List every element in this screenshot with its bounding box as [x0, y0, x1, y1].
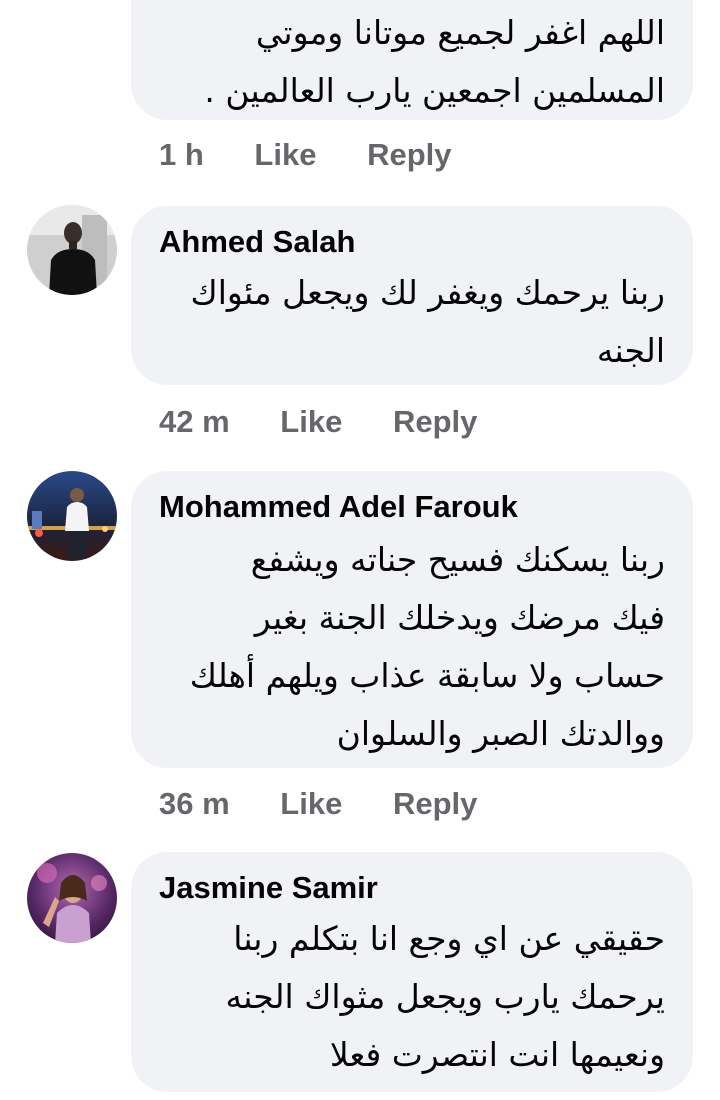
comment-actions: 42 m Like Reply: [159, 404, 477, 440]
comment-text-line: المسلمين اجمعين يارب العالمين .: [204, 71, 665, 110]
comment-text: حقيقي عن اي وجع انا بتكلم ربنا يرحمك يار…: [226, 910, 665, 1084]
like-button[interactable]: Like: [254, 137, 316, 173]
comment-text-line: اللهم اغفر لجميع موتانا وموتي: [255, 13, 665, 52]
comment-bubble: Mohammed Adel Farouk ربنا يسكنك فسيح جنا…: [131, 471, 693, 768]
comment-bubble: Jasmine Samir حقيقي عن اي وجع انا بتكلم …: [131, 852, 693, 1092]
avatar[interactable]: [27, 471, 117, 561]
comment-text: ربنا يسكنك فسيح جناته ويشفع فيك مرضك ويد…: [190, 531, 665, 763]
avatar[interactable]: [27, 205, 117, 295]
comment-text: ربنا يرحمك ويغفر لك ويجعل مئواك الجنه: [191, 264, 665, 380]
comment-author[interactable]: Jasmine Samir: [159, 870, 378, 906]
like-button[interactable]: Like: [280, 786, 342, 822]
comment-bubble: Ahmed Salah ربنا يرحمك ويغفر لك ويجعل مئ…: [131, 206, 693, 385]
comment-text-line: حقيقي عن اي وجع انا بتكلم ربنا: [233, 919, 665, 958]
comment-text-line: يرحمك يارب ويجعل مثواك الجنه: [225, 977, 665, 1016]
comment-author[interactable]: Mohammed Adel Farouk: [159, 489, 518, 525]
reply-button[interactable]: Reply: [367, 137, 451, 173]
comment-text-line: حساب ولا سابقة عذاب ويلهم أهلك: [189, 656, 665, 695]
like-button[interactable]: Like: [280, 404, 342, 440]
profile-photo-icon: [27, 471, 117, 561]
avatar[interactable]: [27, 853, 117, 943]
reply-button[interactable]: Reply: [393, 404, 477, 440]
comment-text-line: فيك مرضك ويدخلك الجنة بغير: [254, 598, 665, 637]
comment-text-line: ونعيمها انت انتصرت فعلا: [329, 1035, 665, 1074]
reply-button[interactable]: Reply: [393, 786, 477, 822]
profile-photo-icon: [27, 853, 117, 943]
comment-actions: 36 m Like Reply: [159, 786, 477, 822]
comment-text-line: ووالدتك الصبر والسلوان: [336, 714, 665, 753]
comment-author[interactable]: Ahmed Salah: [159, 224, 355, 260]
comment-text-line: ربنا يسكنك فسيح جناته ويشفع: [250, 540, 665, 579]
comment-text-line: ربنا يرحمك ويغفر لك ويجعل مئواك: [190, 273, 665, 312]
comment-timestamp: 1 h: [159, 137, 204, 172]
comment-text: اللهم اغفر لجميع موتانا وموتي المسلمين ا…: [204, 4, 665, 120]
comment-timestamp: 42 m: [159, 404, 230, 439]
comment-text-line: الجنه: [596, 331, 665, 370]
profile-photo-icon: [27, 205, 117, 295]
comment-timestamp: 36 m: [159, 786, 230, 821]
comment-bubble: اللهم اغفر لجميع موتانا وموتي المسلمين ا…: [131, 0, 693, 120]
comment-actions: 1 h Like Reply: [159, 137, 452, 173]
